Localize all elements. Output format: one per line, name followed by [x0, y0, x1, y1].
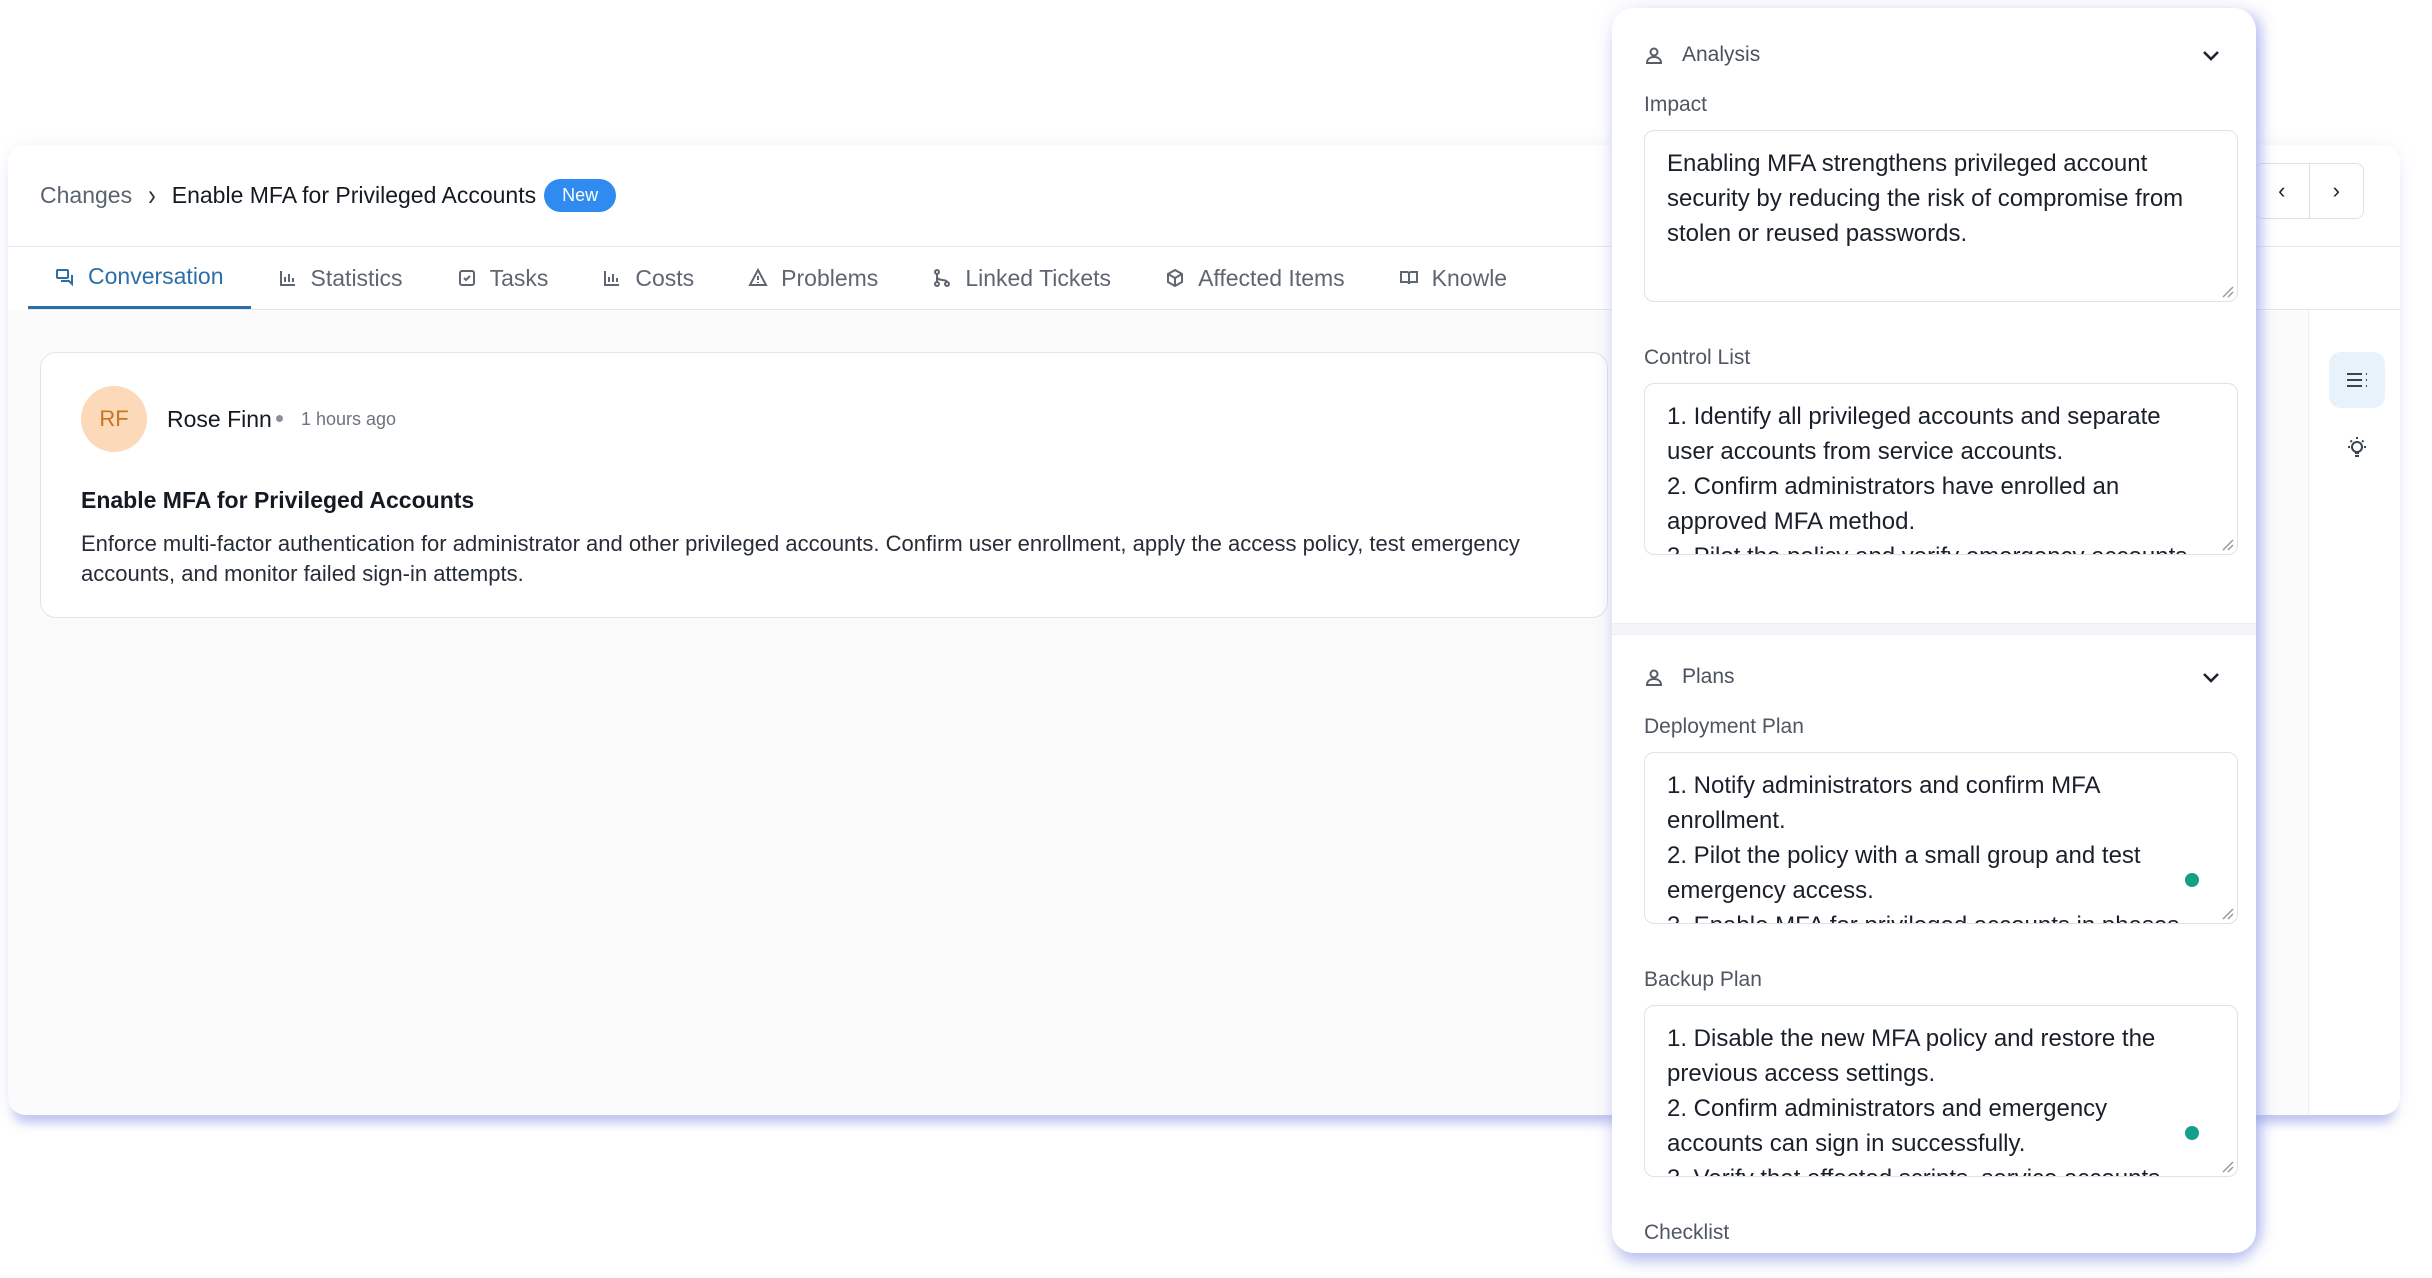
record-navigation: ‹ ›	[2254, 163, 2364, 219]
checklist-label: Checklist	[1644, 1221, 1730, 1244]
text-line: 3. Enable MFA for privileged accounts in…	[1667, 908, 2215, 923]
book-icon	[1399, 271, 1418, 285]
text-line: 3. Pilot the policy and verify emergency…	[1667, 539, 2215, 554]
text-line: stolen or reused passwords.	[1667, 220, 1968, 247]
resize-handle-icon[interactable]	[2220, 537, 2234, 551]
tab-label: Statistics	[310, 264, 403, 291]
text-line: 2. Pilot the policy with a small group a…	[1667, 842, 2141, 869]
backup-plan-label: Backup Plan	[1644, 968, 1762, 991]
analysis-section-header[interactable]: Analysis	[1644, 40, 2224, 70]
impact-textarea[interactable]: Enabling MFA strengthens privileged acco…	[1644, 130, 2238, 302]
resize-handle-icon[interactable]	[2220, 284, 2234, 298]
checkbox-icon	[458, 270, 475, 286]
tab-label: Problems	[781, 264, 879, 291]
status-dot-icon	[2185, 1126, 2199, 1140]
resize-handle-icon[interactable]	[2220, 906, 2234, 920]
tab-linked-tickets[interactable]: Linked Tickets	[905, 247, 1138, 309]
chevron-right-icon: ›	[2332, 178, 2340, 203]
tab-affected-items[interactable]: Affected Items	[1138, 247, 1372, 309]
post-title: Enable MFA for Privileged Accounts	[81, 487, 475, 513]
list-details-icon	[2347, 373, 2367, 387]
details-panel: Analysis Impact Enabling MFA strengthens…	[1612, 8, 2256, 1253]
section-title: Plans	[1682, 665, 1735, 688]
status-badge: New	[544, 179, 617, 212]
separator-dot	[276, 415, 283, 422]
avatar: RF	[81, 386, 147, 452]
bar-chart-icon	[604, 271, 620, 286]
tab-label: Tasks	[489, 264, 549, 291]
text-line: approved MFA method.	[1667, 508, 1916, 535]
warning-icon	[748, 268, 768, 286]
breadcrumb-changes-link[interactable]: Changes	[40, 182, 132, 209]
chevron-left-icon: ‹	[2278, 178, 2286, 203]
lightbulb-icon	[2348, 437, 2366, 457]
text-line: enrollment.	[1667, 807, 1786, 834]
text-line: 3. Verify that affected scripts, service…	[1667, 1161, 2215, 1176]
breadcrumb-separator: ›	[148, 177, 156, 212]
previous-record-button[interactable]: ‹	[2255, 164, 2310, 218]
tab-costs[interactable]: Costs	[575, 247, 721, 309]
text-line: 1. Notify administrators and confirm MFA	[1667, 772, 2101, 799]
deployment-plan-label: Deployment Plan	[1644, 715, 1804, 738]
text-line: 2. Confirm administrators and emergency	[1667, 1095, 2108, 1122]
deployment-plan-textarea[interactable]: 1. Notify administrators and confirm MFA…	[1644, 752, 2238, 924]
post-timestamp: 1 hours ago	[301, 409, 397, 429]
tab-tasks[interactable]: Tasks	[430, 247, 576, 309]
box-icon	[1167, 268, 1184, 288]
tab-conversation[interactable]: Conversation	[28, 247, 251, 309]
tab-statistics[interactable]: Statistics	[251, 247, 430, 309]
text-line: 1. Identify all privileged accounts and …	[1667, 403, 2161, 430]
insights-button[interactable]	[2329, 420, 2385, 476]
tab-label: Linked Tickets	[965, 264, 1112, 291]
tab-label: Knowle	[1431, 264, 1508, 291]
chat-icon	[56, 268, 73, 286]
status-dot-icon	[2185, 873, 2199, 887]
tab-problems[interactable]: Problems	[721, 247, 905, 309]
impact-label: Impact	[1644, 93, 1708, 116]
chevron-down-icon[interactable]	[2198, 42, 2224, 68]
chevron-down-icon[interactable]	[2198, 664, 2224, 690]
branch-icon	[934, 269, 951, 287]
backup-plan-textarea[interactable]: 1. Disable the new MFA policy and restor…	[1644, 1005, 2238, 1177]
text-line: user accounts from service accounts.	[1667, 438, 2064, 465]
tab-label: Costs	[635, 264, 695, 291]
page-title: Enable MFA for Privileged Accounts	[171, 182, 537, 208]
conversation-post: RF Rose Finn 1 hours ago Enable MFA for …	[40, 352, 1608, 618]
next-record-button[interactable]: ›	[2310, 164, 2364, 218]
resize-handle-icon[interactable]	[2220, 1159, 2234, 1173]
post-body: Enforce multi-factor authentication for …	[81, 531, 1520, 586]
section-divider	[1612, 623, 2256, 635]
text-line: 2. Confirm administrators have enrolled …	[1667, 473, 2120, 500]
plans-section-header[interactable]: Plans	[1644, 662, 2224, 692]
control-list-label: Control List	[1644, 346, 1751, 369]
text-line: 1. Disable the new MFA policy and restor…	[1667, 1025, 2156, 1052]
section-title: Analysis	[1682, 43, 1761, 66]
tab-label: Affected Items	[1198, 264, 1345, 291]
details-panel-button[interactable]	[2329, 352, 2385, 408]
text-line: accounts can sign in successfully.	[1667, 1130, 2026, 1157]
right-icon-rail	[2308, 310, 2400, 1115]
bar-chart-icon	[279, 271, 295, 286]
text-line: emergency access.	[1667, 877, 1874, 904]
text-line: Enabling MFA strengthens privileged acco…	[1667, 150, 2148, 177]
tab-label: Conversation	[88, 263, 224, 289]
text-line: security by reducing the risk of comprom…	[1667, 185, 2184, 212]
person-icon	[1645, 47, 1663, 64]
tab-knowledge[interactable]: Knowle	[1372, 247, 1534, 309]
control-list-textarea[interactable]: 1. Identify all privileged accounts and …	[1644, 383, 2238, 555]
text-line: previous access settings.	[1667, 1060, 1936, 1087]
person-icon	[1645, 669, 1663, 686]
post-author: Rose Finn	[167, 406, 272, 432]
